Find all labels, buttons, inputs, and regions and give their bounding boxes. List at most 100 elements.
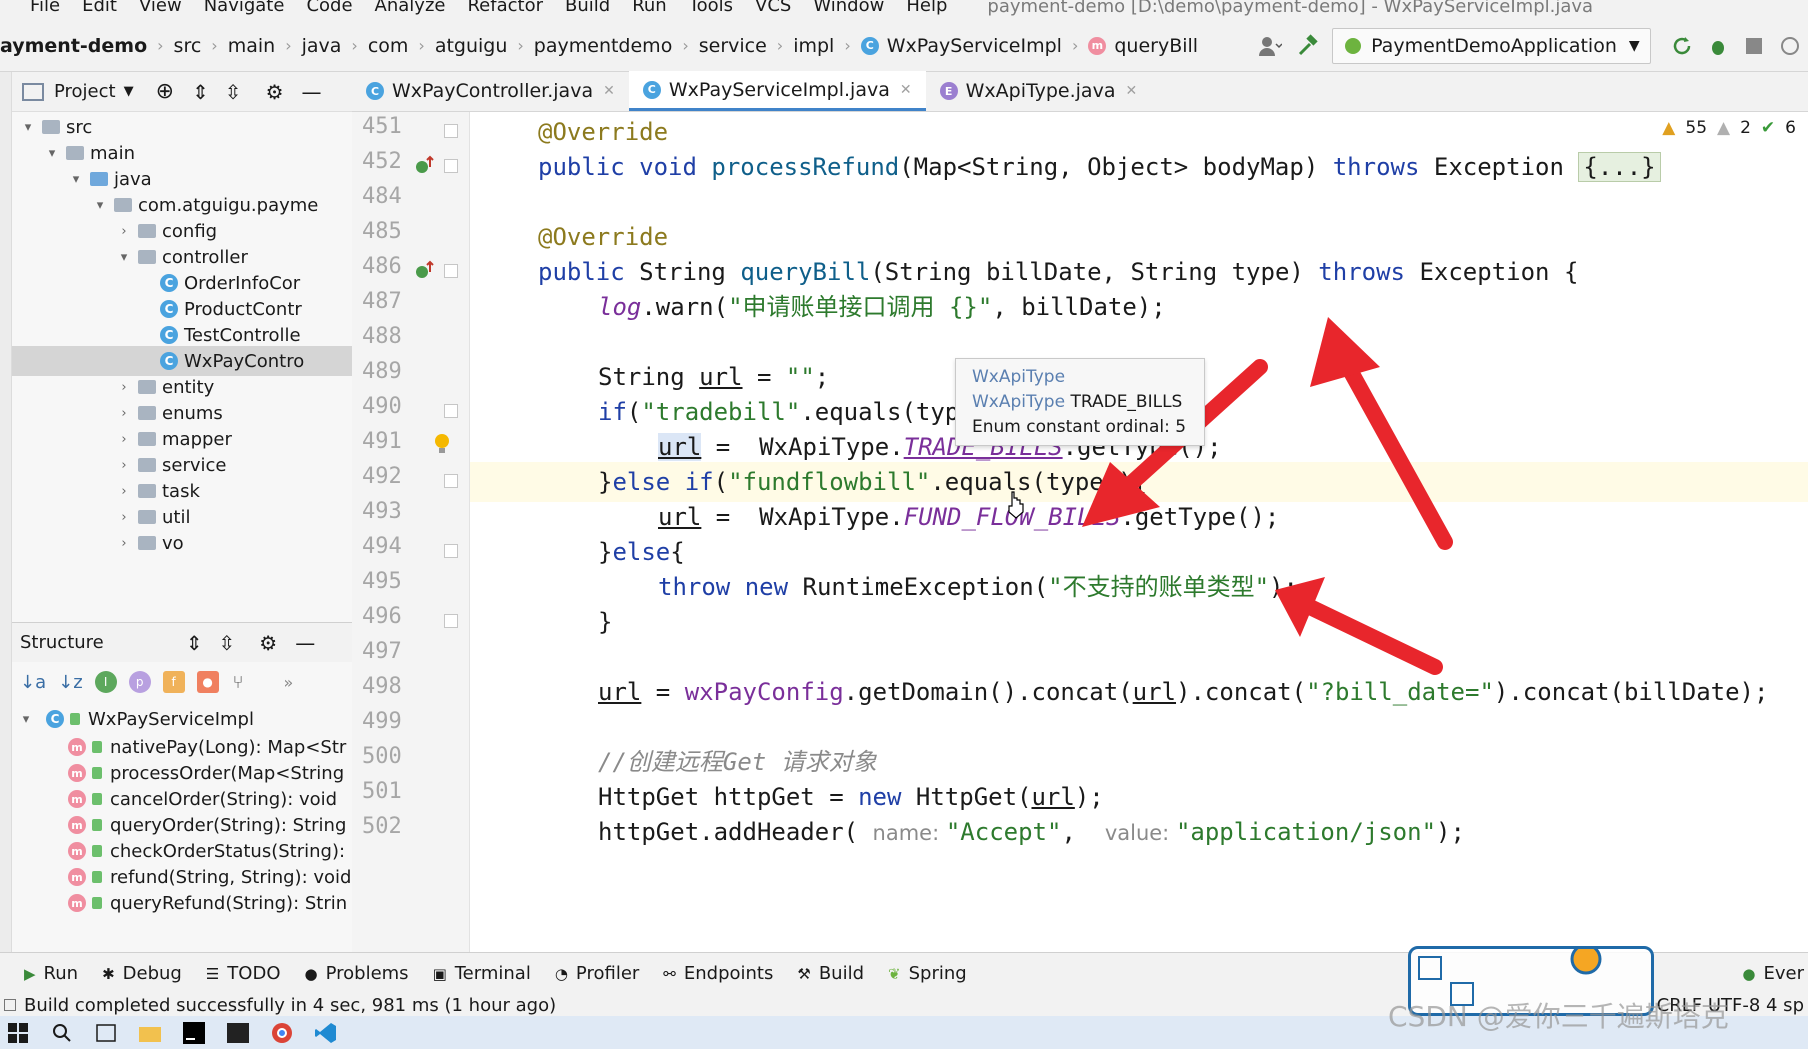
terminal-tool-button[interactable]: ▣ Terminal [433, 963, 531, 984]
chevron-down-icon[interactable]: ▾ [116, 250, 132, 265]
chevron-right-icon[interactable]: › [116, 458, 132, 473]
endpoints-tool-button[interactable]: ⚯ Endpoints [663, 963, 773, 984]
inspection-widget[interactable]: ▲ 55 ▲ 2 ✔ 6 [1662, 118, 1796, 138]
line-number[interactable]: 487 [362, 289, 412, 314]
tab-wxpaycontroller[interactable]: C WxPayController.java ✕ [352, 71, 629, 111]
debug-icon[interactable] [1707, 33, 1729, 59]
fold-marker-icon[interactable] [444, 264, 458, 278]
line-number[interactable]: 501 [362, 779, 412, 804]
line-number[interactable]: 499 [362, 709, 412, 734]
menu-view[interactable]: View [139, 0, 182, 16]
lightbulb-icon[interactable] [434, 433, 450, 459]
debug-tool-button[interactable]: ✱ Debug [102, 963, 182, 984]
show-fields-icon[interactable]: f [162, 671, 185, 693]
more-icon[interactable]: » [283, 673, 293, 692]
windows-start-icon[interactable] [4, 1020, 32, 1046]
vscode-icon[interactable] [312, 1020, 340, 1046]
fold-marker-icon[interactable] [444, 544, 458, 558]
chrome-icon[interactable] [268, 1020, 296, 1046]
gear-icon[interactable]: ⚙ [259, 631, 277, 655]
file-explorer-icon[interactable] [136, 1020, 164, 1046]
collapse-all-icon[interactable]: ⇳ [225, 80, 242, 104]
menu-navigate[interactable]: Navigate [204, 0, 285, 16]
structure-panel-title[interactable]: Structure [20, 632, 104, 653]
sort-visibility-icon[interactable]: ↓z [58, 672, 83, 693]
gear-icon[interactable]: ⚙ [266, 80, 284, 104]
fold-marker-icon[interactable] [444, 159, 458, 173]
search-icon[interactable] [48, 1020, 76, 1046]
breadcrumb-project[interactable]: ayment-demo [0, 35, 147, 57]
breadcrumb-com[interactable]: com [368, 35, 409, 57]
line-number[interactable]: 490 [362, 394, 412, 419]
menu-run[interactable]: Run [632, 0, 667, 16]
run-tool-button[interactable]: ▶ Run [24, 963, 78, 984]
minimize-icon[interactable]: — [302, 80, 322, 104]
breadcrumb-service[interactable]: service [699, 35, 767, 57]
line-number[interactable]: 489 [362, 359, 412, 384]
line-number[interactable]: 492 [362, 464, 412, 489]
problems-tool-button[interactable]: ● Problems [305, 963, 409, 984]
chevron-right-icon[interactable]: › [116, 406, 132, 421]
line-number[interactable]: 485 [362, 219, 412, 244]
hammer-icon[interactable] [1296, 33, 1320, 59]
chevron-down-icon[interactable]: ▾ [44, 146, 60, 161]
menu-refactor[interactable]: Refactor [467, 0, 543, 16]
show-lambdas-icon[interactable]: ⑂ [233, 672, 244, 693]
project-tree-item[interactable]: › vo [12, 528, 352, 558]
user-icon[interactable] [1258, 33, 1283, 59]
line-number[interactable]: 497 [362, 639, 412, 664]
structure-root[interactable]: ▾ C WxPayServiceImpl [12, 704, 352, 734]
menu-edit[interactable]: Edit [82, 0, 117, 16]
expand-all-icon[interactable]: ⇕ [192, 80, 209, 104]
chevron-right-icon[interactable]: › [116, 510, 132, 525]
menu-file[interactable]: File [30, 0, 60, 16]
override-icon[interactable] [414, 260, 436, 286]
line-number[interactable]: 451 [362, 114, 412, 139]
breadcrumb-main[interactable]: main [228, 35, 275, 57]
line-number[interactable]: 491 [362, 429, 412, 454]
tab-wxapitype[interactable]: E WxApiType.java ✕ [926, 71, 1152, 111]
profiler-icon[interactable] [1779, 33, 1801, 59]
fold-marker-icon[interactable] [444, 124, 458, 138]
show-non-public-icon[interactable]: ● [196, 671, 219, 693]
build-tool-button[interactable]: ⚒ Build [797, 963, 864, 984]
task-view-icon[interactable] [92, 1020, 120, 1046]
breadcrumb-atguigu[interactable]: atguigu [435, 35, 508, 57]
line-number[interactable]: 500 [362, 744, 412, 769]
code-editor[interactable]: @Override public void processRefund(Map<… [470, 112, 1808, 952]
profiler-tool-button[interactable]: ◔ Profiler [555, 963, 639, 984]
chevron-right-icon[interactable]: › [116, 380, 132, 395]
menu-window[interactable]: Window [813, 0, 884, 16]
spring-tool-button[interactable]: ❦ Spring [888, 963, 967, 984]
terminal-app-icon[interactable] [224, 1020, 252, 1046]
chevron-right-icon[interactable]: › [116, 224, 132, 239]
close-icon[interactable]: ✕ [1125, 83, 1137, 99]
tab-wxpayserviceimpl[interactable]: C WxPayServiceImpl.java ✕ [628, 71, 926, 111]
breadcrumb-impl[interactable]: impl [793, 35, 834, 57]
chevron-down-icon[interactable]: ▾ [68, 172, 84, 187]
sort-alpha-icon[interactable]: ↓a [20, 672, 46, 693]
fold-marker-icon[interactable] [444, 474, 458, 488]
project-panel-title[interactable]: Project [54, 81, 116, 102]
breadcrumb-src[interactable]: src [174, 35, 202, 57]
intellij-icon[interactable] [180, 1020, 208, 1046]
line-number[interactable]: 496 [362, 604, 412, 629]
chevron-right-icon[interactable]: › [116, 432, 132, 447]
breadcrumb-paymentdemo[interactable]: paymentdemo [534, 35, 673, 57]
run-configuration-select[interactable]: PaymentDemoApplication ▼ [1332, 27, 1651, 64]
line-number[interactable]: 494 [362, 534, 412, 559]
menu-help[interactable]: Help [906, 0, 947, 16]
menu-vcs[interactable]: VCS [755, 0, 791, 16]
fold-marker-icon[interactable] [444, 614, 458, 628]
line-number[interactable]: 452 [362, 149, 412, 174]
line-number[interactable]: 484 [362, 184, 412, 209]
override-icon[interactable] [414, 155, 436, 181]
line-number[interactable]: 495 [362, 569, 412, 594]
breadcrumb-class[interactable]: WxPayServiceImpl [887, 35, 1062, 57]
coverage-icon[interactable] [1743, 33, 1765, 59]
status-message[interactable]: Build completed successfully in 4 sec, 9… [24, 995, 556, 1016]
structure-member[interactable]: m queryRefund(String): Strin [12, 888, 352, 918]
menu-analyze[interactable]: Analyze [375, 0, 446, 16]
event-log-button[interactable]: ● Ever [1742, 963, 1804, 984]
line-number[interactable]: 488 [362, 324, 412, 349]
